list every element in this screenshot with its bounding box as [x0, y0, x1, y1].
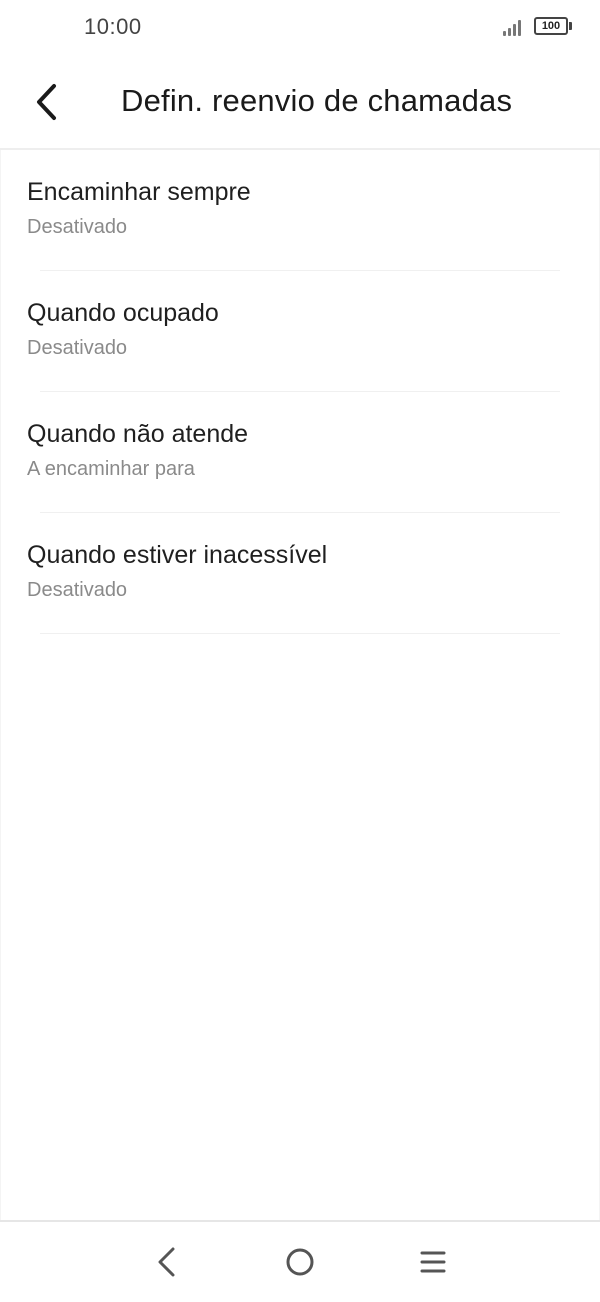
circle-home-icon	[286, 1248, 314, 1276]
nav-back-button[interactable]	[143, 1238, 191, 1286]
call-forwarding-list: Encaminhar sempre Desativado Quando ocup…	[0, 150, 600, 634]
battery-icon: 100	[534, 17, 568, 35]
item-status: Desativado	[27, 337, 128, 359]
settings-item-when-unreachable[interactable]: Quando estiver inacessível Desativado	[0, 513, 600, 634]
settings-item-always-forward[interactable]: Encaminhar sempre Desativado	[0, 150, 600, 271]
item-status: Desativado	[27, 216, 128, 238]
divider	[40, 633, 560, 634]
nav-menu-button[interactable]	[409, 1238, 457, 1286]
triangle-back-icon	[158, 1247, 175, 1277]
app-bar: Defin. reenvio de chamadas	[0, 56, 600, 150]
back-button[interactable]	[24, 76, 72, 128]
item-title: Quando não atende	[27, 420, 249, 448]
settings-item-when-busy[interactable]: Quando ocupado Desativado	[0, 271, 600, 392]
nav-home-button[interactable]	[276, 1238, 324, 1286]
status-bar: 10:00 100	[0, 0, 600, 56]
status-time: 10:00	[84, 14, 142, 39]
item-title: Quando ocupado	[27, 299, 219, 327]
signal-bars-icon	[503, 20, 523, 36]
item-title: Encaminhar sempre	[27, 178, 251, 206]
item-title: Quando estiver inacessível	[27, 541, 328, 569]
item-status: A encaminhar para	[27, 458, 195, 480]
settings-item-when-unanswered[interactable]: Quando não atende A encaminhar para	[0, 392, 600, 513]
chevron-left-icon	[37, 84, 56, 120]
hamburger-menu-icon	[420, 1251, 446, 1273]
system-nav-bar	[0, 1220, 600, 1302]
item-status: Desativado	[27, 579, 128, 601]
page-title: Defin. reenvio de chamadas	[121, 83, 513, 118]
battery-level: 100	[541, 20, 561, 32]
battery-tip	[569, 22, 572, 30]
